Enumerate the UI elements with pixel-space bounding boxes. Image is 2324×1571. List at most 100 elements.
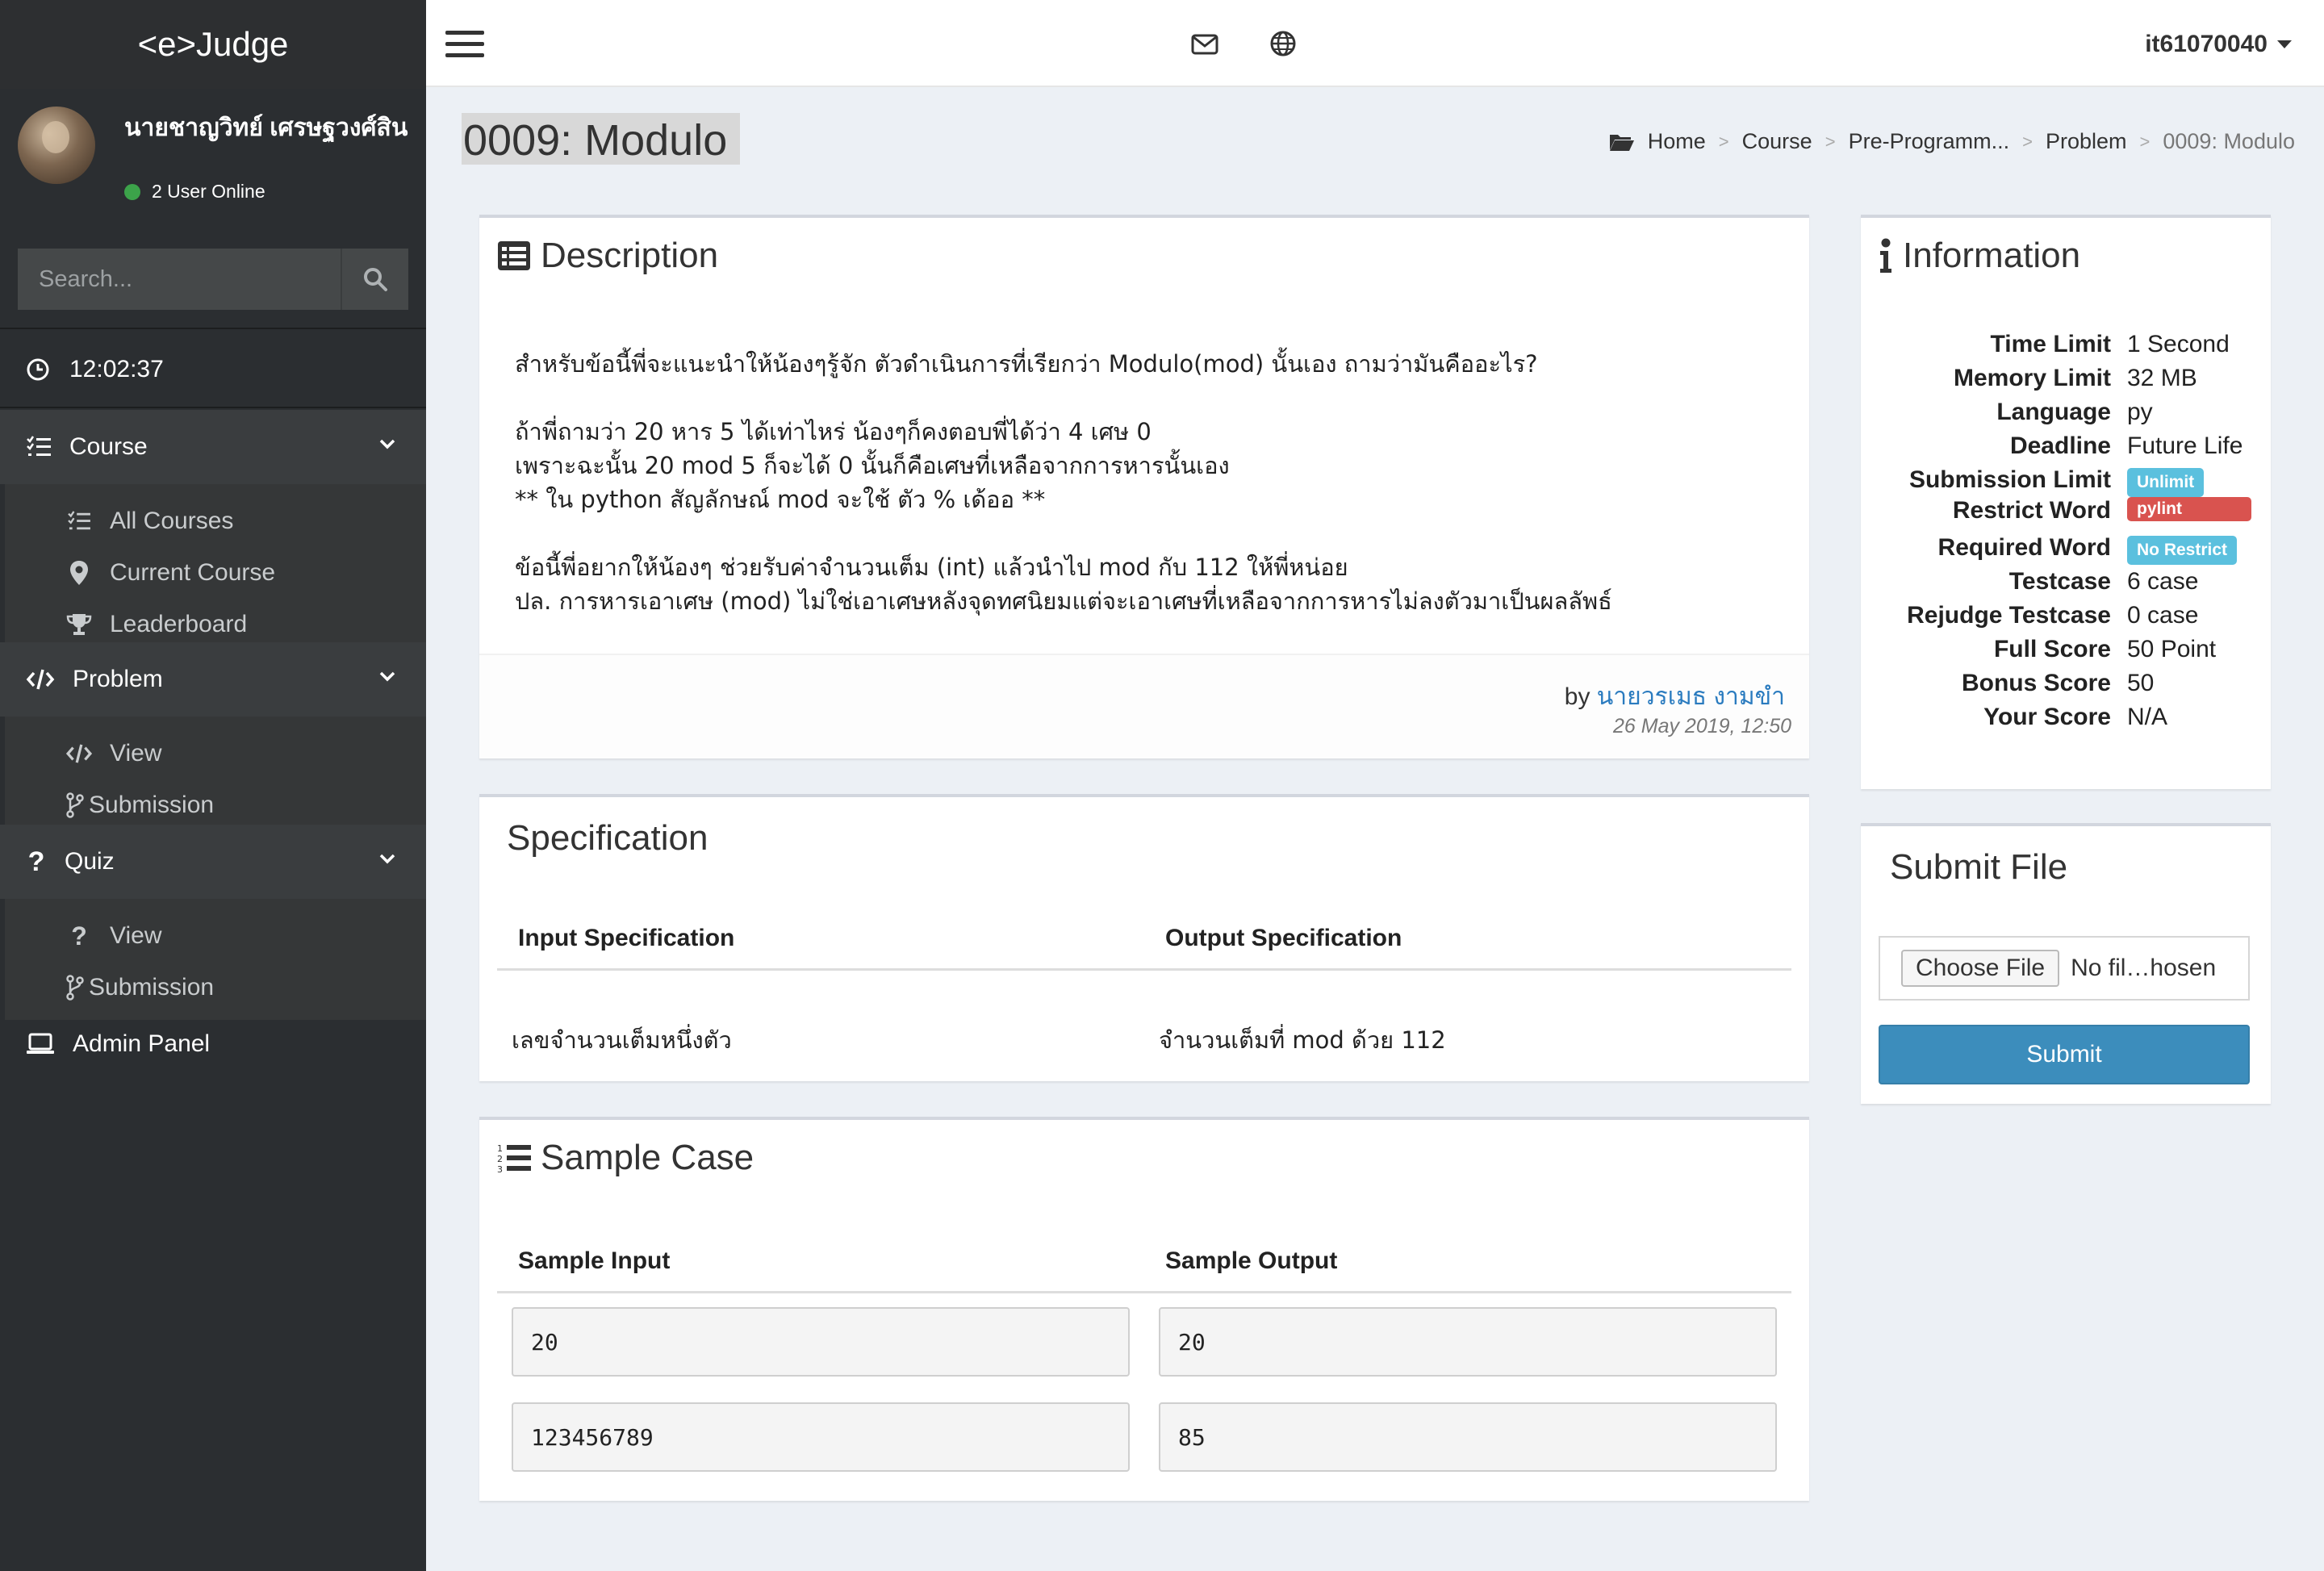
breadcrumb-pre-programming[interactable]: Pre-Programm...: [1849, 129, 2010, 154]
info-row-full-score: Full Score 50 Point: [1861, 636, 2271, 670]
clock: 12:02:37: [0, 331, 426, 408]
author-by-label: by: [1564, 683, 1590, 710]
submit-button[interactable]: Submit: [1879, 1025, 2250, 1084]
info-row-restrict-word: Restrict Word pylint: [1861, 497, 2271, 531]
information-title: Information: [1903, 236, 2081, 275]
info-row-language: Language py: [1861, 399, 2271, 432]
map-marker-icon: [70, 561, 88, 585]
info-row-time-limit: Time Limit 1 Second: [1861, 331, 2271, 365]
question-icon: ?: [27, 846, 45, 877]
info-value: 6 case: [2127, 568, 2199, 595]
info-row-your-score: Your Score N/A: [1861, 704, 2271, 737]
list-ol-icon: 123: [497, 1143, 531, 1173]
divider: [0, 328, 426, 329]
info-row-required-word: Required Word No Restrict: [1861, 534, 2271, 568]
search-button[interactable]: [341, 249, 408, 310]
sidebar-item-course[interactable]: Course: [0, 410, 426, 484]
sidebar-item-label: Quiz: [65, 848, 115, 875]
submit-file-title: Submit File: [1890, 847, 2068, 887]
globe-icon[interactable]: [1270, 31, 1296, 56]
sample-output-header: Sample Output: [1165, 1247, 1338, 1274]
online-dot-icon: [124, 183, 140, 200]
info-label: Bonus Score: [1961, 670, 2111, 696]
sidebar-item-quiz-view[interactable]: ? View: [5, 910, 426, 962]
chevron-down-icon[interactable]: [379, 854, 395, 865]
page-title: 0009: Modulo: [462, 113, 741, 165]
chevron-down-icon[interactable]: [379, 671, 395, 683]
sidebar-item-quiz[interactable]: ? Quiz: [0, 825, 426, 899]
info-row-memory-limit: Memory Limit 32 MB: [1861, 365, 2271, 399]
breadcrumb-separator: >: [2139, 131, 2151, 152]
sample-input-field[interactable]: 20: [512, 1307, 1130, 1377]
sample-input-header: Sample Input: [518, 1247, 671, 1274]
pylint-badge: pylint: [2127, 497, 2251, 521]
info-label: Your Score: [1983, 704, 2111, 730]
breadcrumb-problem[interactable]: Problem: [2046, 129, 2127, 154]
breadcrumb-current: 0009: Modulo: [2163, 129, 2295, 153]
information-header: Information: [1879, 236, 2080, 276]
sample-output-field[interactable]: 85: [1159, 1402, 1777, 1472]
sidebar-item-problem[interactable]: Problem: [0, 642, 426, 717]
breadcrumb-home[interactable]: Home: [1648, 129, 1706, 154]
sidebar-item-quiz-submission[interactable]: Submission: [5, 962, 426, 1013]
breadcrumb-separator: >: [2022, 131, 2033, 152]
svg-text:2: 2: [497, 1154, 503, 1164]
breadcrumb-separator: >: [1825, 131, 1836, 152]
sidebar-item-problem-submission[interactable]: Submission: [5, 779, 426, 831]
search-form: [18, 249, 408, 310]
sidebar-item-label: View: [110, 740, 162, 767]
info-value: py: [2127, 399, 2153, 425]
info-value: Future Life: [2127, 432, 2243, 459]
sidebar-item-label: Admin Panel: [73, 1030, 211, 1057]
breadcrumb-course[interactable]: Course: [1742, 129, 1812, 154]
sidebar-item-label: View: [110, 922, 162, 949]
code-fork-icon: [66, 975, 84, 1001]
sidebar-item-problem-view[interactable]: View: [5, 728, 426, 779]
author-link[interactable]: นายวรเมธ งามขำ: [1597, 683, 1785, 710]
problem-submenu: View Submission: [0, 717, 426, 838]
sample-case-box: 123 Sample Case Sample Input Sample Outp…: [479, 1117, 1809, 1501]
specification-box: Specification Input Specification Output…: [479, 794, 1809, 1081]
sidebar-item-all-courses[interactable]: All Courses: [5, 495, 426, 547]
laptop-icon: [27, 1033, 54, 1054]
nav-group-problem: Problem View Submission: [0, 642, 426, 838]
user-menu[interactable]: it61070040: [2145, 31, 2292, 58]
sidebar-item-admin-panel[interactable]: Admin Panel: [0, 1009, 426, 1080]
online-status-label: 2 User Online: [152, 181, 265, 202]
info-label: Memory Limit: [1953, 365, 2111, 391]
info-label: Submission Limit: [1908, 466, 2111, 493]
folder-open-icon: [1609, 134, 1634, 151]
author-line: by นายวรเมธ งามขำ: [1565, 678, 1785, 716]
question-icon: ?: [71, 921, 87, 951]
info-row-rejudge-testcase: Rejudge Testcase 0 case: [1861, 602, 2271, 636]
sample-output-field[interactable]: 20: [1159, 1307, 1777, 1377]
info-label: Language: [1996, 399, 2111, 425]
description-text: สำหรับข้อนี้พี่จะแนะนำให้น้องๆรู้จัก ตัว…: [515, 350, 1612, 615]
sidebar-item-label: Submission: [89, 974, 215, 1001]
envelope-icon[interactable]: [1191, 34, 1218, 55]
search-icon: [364, 268, 387, 291]
quiz-submenu: ? View Submission: [0, 899, 426, 1020]
divider: [0, 407, 426, 408]
table-divider: [497, 1291, 1791, 1293]
course-submenu: All Courses Current Course Leaderboard: [0, 484, 426, 655]
code-icon: [26, 669, 55, 690]
info-icon: [1880, 238, 1891, 273]
information-box: Information Time Limit 1 Second Memory L…: [1861, 215, 2271, 789]
app-logo[interactable]: <e>Judge: [0, 0, 426, 89]
info-row-bonus-score: Bonus Score 50: [1861, 670, 2271, 704]
specification-title: Specification: [507, 818, 708, 858]
avatar: [18, 107, 95, 184]
sidebar-item-current-course[interactable]: Current Course: [5, 547, 426, 599]
sample-input-field[interactable]: 123456789: [512, 1402, 1130, 1472]
info-label: Testcase: [2008, 568, 2111, 595]
info-row-deadline: Deadline Future Life: [1861, 432, 2271, 466]
chevron-down-icon[interactable]: [379, 439, 395, 450]
info-value: 1 Second: [2127, 331, 2230, 357]
sidebar-item-label: Course: [69, 433, 148, 460]
menu-toggle-icon[interactable]: [445, 31, 484, 58]
search-input[interactable]: [18, 249, 341, 310]
file-input[interactable]: Choose File No fil…hosen: [1879, 936, 2250, 1001]
choose-file-button[interactable]: Choose File: [1901, 950, 2060, 987]
info-label: Restrict Word: [1952, 497, 2111, 524]
